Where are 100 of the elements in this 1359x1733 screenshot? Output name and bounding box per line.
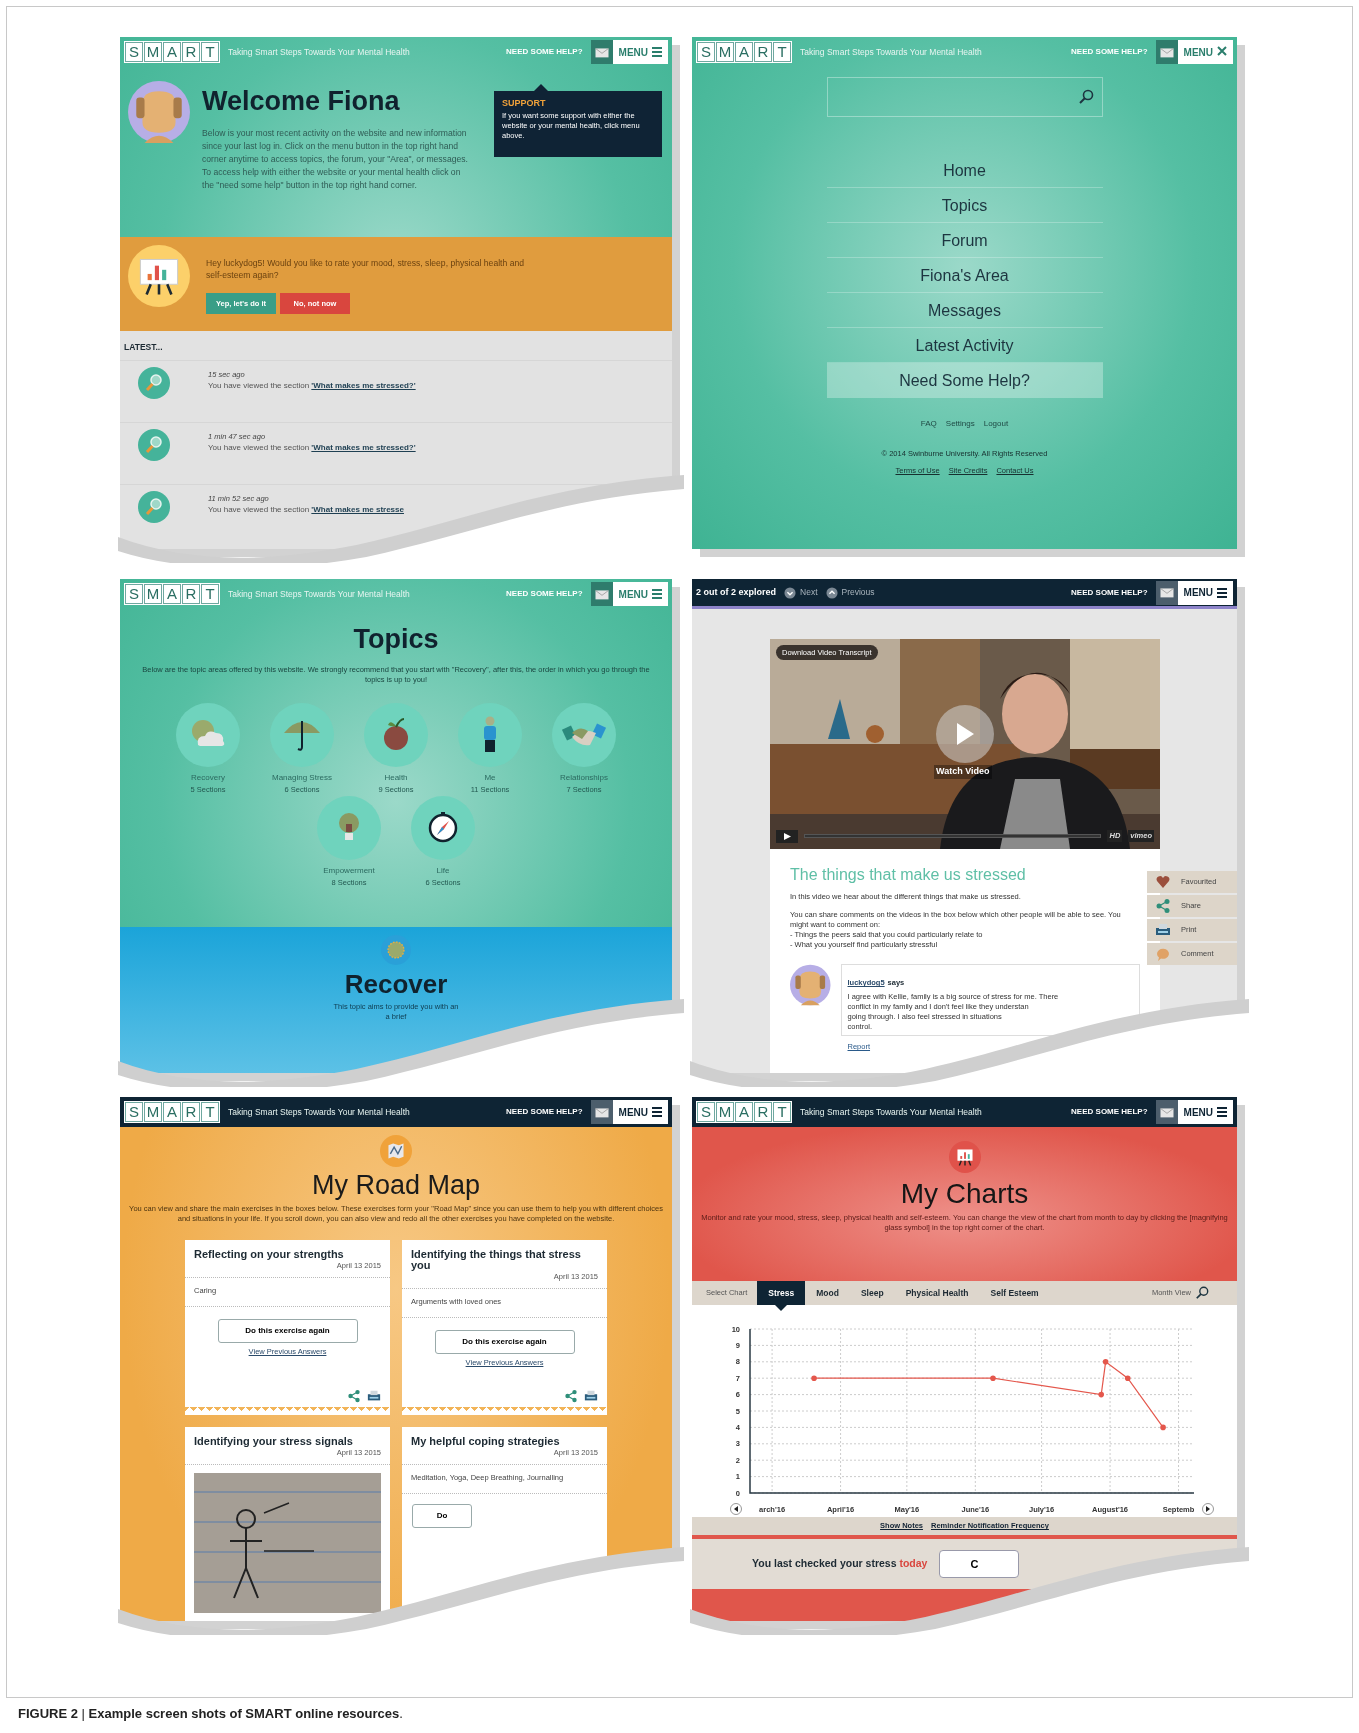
mail-button[interactable]: [590, 1100, 613, 1124]
page-title: My Road Map: [311, 1169, 481, 1202]
progress-text: 2 out of 2 explored: [696, 585, 776, 599]
section-label: LATEST...: [124, 341, 163, 354]
share-icon[interactable]: [347, 1389, 361, 1404]
logo-letter: M: [144, 1102, 162, 1122]
play-icon: [955, 722, 975, 746]
video-caption: Watch Video: [934, 765, 992, 779]
logo[interactable]: S M A R T: [124, 41, 220, 63]
logo-letter: M: [716, 42, 734, 62]
tagline: Taking Smart Steps Towards Your Mental Health: [800, 1105, 982, 1119]
topic-name[interactable]: Managing Stress: [272, 772, 332, 785]
activity-text: You have viewed the section 'What makes me stresse: [208, 504, 404, 516]
apple-icon[interactable]: [364, 703, 428, 768]
section-link[interactable]: 'What makes me stressed?': [311, 381, 416, 390]
topic-name[interactable]: Health: [384, 772, 408, 785]
map-icon: [380, 1135, 412, 1167]
check-button[interactable]: C: [939, 1550, 1020, 1578]
intro-text: Below is your most recent activity on the website and new information since your last log in. Click on the menu button in the top right hand corner anytime to access topics, the forum, your "Area", or messages. To access help with either the website or your mental health click on the "need some help" button in the top right hand corner.: [202, 127, 469, 193]
easel-chart-icon: [128, 245, 190, 307]
search-field[interactable]: [826, 77, 1103, 117]
help-link[interactable]: NEED SOME HELP?: [506, 1106, 583, 1118]
logo-letter: A: [163, 1102, 181, 1122]
card-title: My helpful coping strategies: [411, 1436, 561, 1448]
logo-letter: R: [182, 42, 200, 62]
logo-letter: R: [182, 584, 200, 604]
mail-button[interactable]: [1155, 580, 1178, 605]
page-title: Welcome Fiona: [202, 85, 401, 118]
envelope-icon: [1158, 45, 1175, 59]
avatar: [128, 81, 190, 143]
play-button[interactable]: [936, 705, 994, 763]
card-title: Identifying the things that stress you: [411, 1249, 582, 1272]
card-title: Identifying your stress signals: [194, 1436, 354, 1448]
chevron-down-icon: [784, 586, 796, 599]
envelope-icon: [593, 1105, 610, 1119]
menu-button[interactable]: MENU: [1177, 580, 1233, 605]
zoom-icon[interactable]: [1195, 1286, 1209, 1300]
logo-letter: R: [182, 1102, 200, 1122]
nav-button[interactable]: Previous: [825, 586, 875, 599]
menu-button[interactable]: MENU: [1177, 1100, 1233, 1124]
envelope-icon: [1158, 586, 1175, 599]
logo-letter: S: [125, 1102, 143, 1122]
menu-item[interactable]: Fiona's Area: [826, 258, 1103, 293]
menu-item[interactable]: Home: [826, 153, 1103, 188]
logo-letter: T: [773, 42, 791, 62]
logo-letter: T: [201, 42, 219, 62]
exercise-button[interactable]: Do this exercise again: [434, 1329, 575, 1354]
section-link[interactable]: 'What makes me stressed?': [311, 443, 416, 452]
prompt-text: Hey luckydog5! Would you like to rate your mood, stress, sleep, physical health and self-esteem again?: [206, 257, 525, 281]
exercise-button[interactable]: Do: [412, 1503, 472, 1528]
menu-button[interactable]: MENU: [1177, 40, 1233, 64]
chevron-up-icon: [825, 586, 838, 599]
nav-button[interactable]: Next: [784, 586, 818, 599]
data-point: [1102, 1359, 1109, 1365]
topic-name[interactable]: Empowerment: [323, 864, 375, 877]
footer-link[interactable]: FAQ: [920, 418, 937, 430]
logo[interactable]: S M A R T: [696, 1101, 792, 1123]
share-icon[interactable]: [564, 1389, 578, 1404]
section-link[interactable]: 'What makes me stresse: [311, 505, 404, 514]
mail-button[interactable]: [1155, 1100, 1178, 1124]
exercise-button[interactable]: Do this exercise again: [217, 1318, 358, 1343]
chart-tab[interactable]: Physical Health: [894, 1281, 980, 1305]
logo-letter: T: [201, 1102, 219, 1122]
logo-letter: S: [125, 584, 143, 604]
logo[interactable]: S M A R T: [124, 1101, 220, 1123]
compass-icon[interactable]: [411, 795, 475, 860]
chart-tab[interactable]: Self Esteem: [979, 1281, 1050, 1305]
handshake-icon[interactable]: [552, 703, 616, 768]
chart-tab[interactable]: Sleep: [849, 1281, 895, 1305]
logo-letter: R: [754, 42, 772, 62]
heart-icon: [1155, 874, 1171, 890]
magnifier-icon: [138, 490, 170, 523]
chart-icon: [948, 1141, 981, 1173]
share-icon: [1155, 898, 1171, 914]
topic-name[interactable]: Me: [484, 772, 496, 785]
logo-letter: M: [144, 42, 162, 62]
menu-button[interactable]: MENU: [612, 582, 668, 606]
logo-letter: T: [773, 1102, 791, 1122]
footer-link[interactable]: Settings: [945, 418, 975, 430]
menu-item[interactable]: Messages: [826, 293, 1103, 328]
logo[interactable]: S M A R T: [696, 41, 792, 63]
menu-button[interactable]: MENU: [612, 40, 668, 64]
footer-link[interactable]: Logout: [983, 418, 1009, 430]
help-link[interactable]: NEED SOME HELP?: [1071, 1106, 1148, 1118]
help-link[interactable]: NEED SOME HELP?: [1071, 586, 1148, 599]
menu-item[interactable]: Latest Activity: [826, 328, 1103, 363]
page-title: My Charts: [900, 1177, 1029, 1211]
menu-item[interactable]: Need Some Help?: [826, 363, 1103, 398]
menu-item[interactable]: Forum: [826, 223, 1103, 258]
envelope-icon: [1158, 1105, 1175, 1119]
logo-letter: M: [144, 584, 162, 604]
article-title: The things that make us stressed: [790, 865, 1027, 885]
menu-button[interactable]: MENU: [612, 1100, 668, 1124]
person-icon[interactable]: [458, 703, 522, 768]
topic-name[interactable]: Life: [436, 864, 450, 877]
logo-letter: S: [125, 42, 143, 62]
menu-item[interactable]: Topics: [826, 188, 1103, 223]
data-point: [1160, 1424, 1166, 1431]
chart-tab[interactable]: Mood: [805, 1281, 850, 1305]
logo[interactable]: S M A R T: [124, 583, 220, 605]
